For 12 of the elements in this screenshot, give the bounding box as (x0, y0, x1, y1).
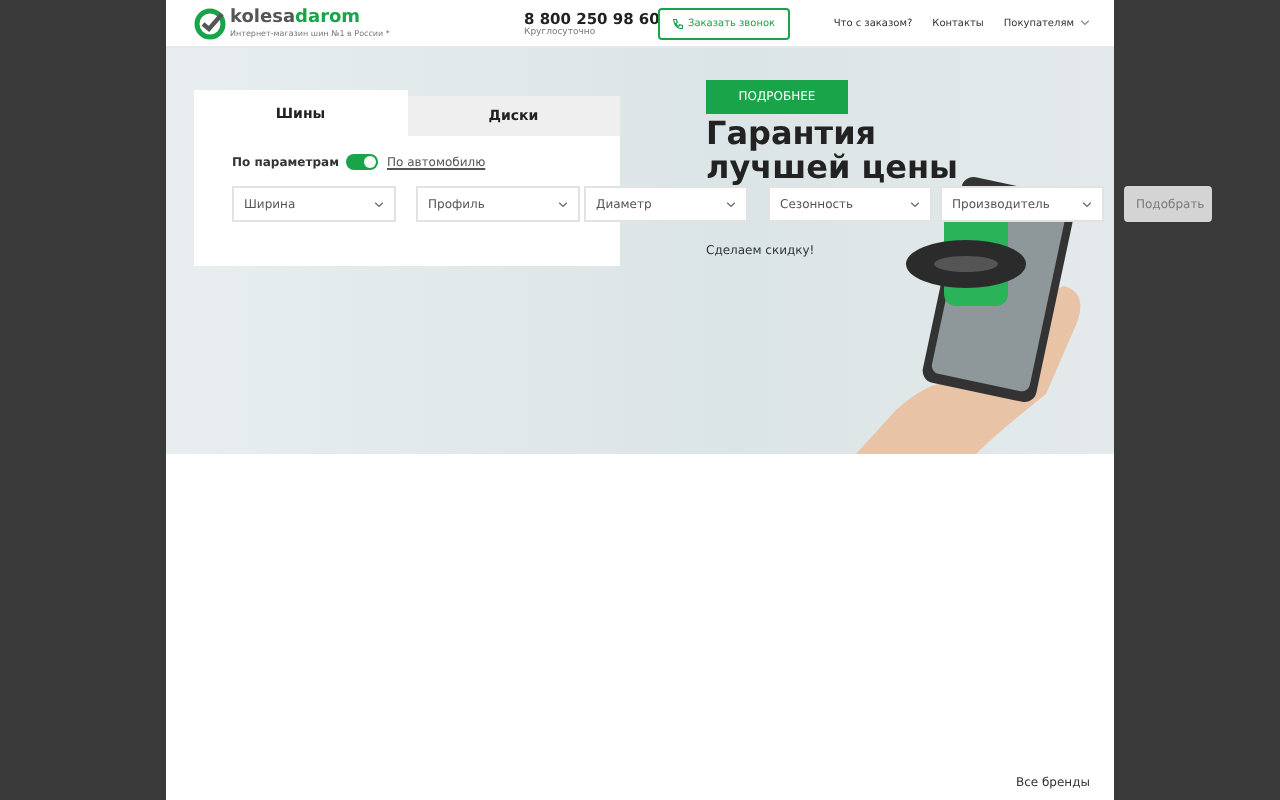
mode-toggle[interactable] (346, 154, 379, 170)
chevron-icon (910, 201, 920, 207)
chevron-icon (374, 201, 384, 207)
chevron-icon (558, 201, 568, 207)
headline: лучшей цены (706, 150, 958, 184)
chevron-icon (726, 201, 736, 207)
checkmark-logo-icon (194, 7, 226, 39)
logo-text[interactable]: kolesa (230, 8, 296, 28)
headline: Гарантия (706, 116, 879, 150)
chevron-icon (1082, 201, 1092, 207)
phone-icon (672, 17, 684, 29)
caret-icon (1080, 20, 1090, 26)
